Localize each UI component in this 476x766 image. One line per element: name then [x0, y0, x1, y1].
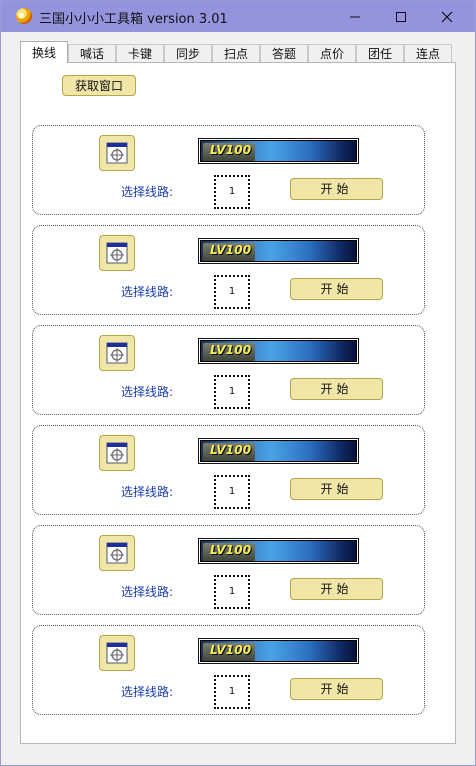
route-label: 选择线路:: [121, 285, 174, 299]
route-label: 选择线路:: [121, 385, 174, 399]
tab-group-task[interactable]: 团任: [356, 44, 404, 62]
crosshair-window-icon: [106, 342, 128, 364]
select-window-button[interactable]: [99, 535, 135, 571]
level-text: LV100: [210, 543, 252, 557]
tab-shout[interactable]: 喊话: [68, 44, 116, 62]
level-text: LV100: [210, 643, 252, 657]
route-input[interactable]: 1: [214, 375, 250, 409]
tab-panel-switch-line: 获取窗口 LV100 选择线路: 1 开始 LV100 选择线路: 1 开始 L…: [20, 62, 456, 744]
level-text: LV100: [210, 443, 252, 457]
tab-key-lock[interactable]: 卡键: [116, 44, 164, 62]
route-label: 选择线路:: [121, 185, 174, 199]
start-button[interactable]: 开始: [290, 178, 383, 200]
slot-card: LV100 选择线路: 1 开始: [32, 425, 425, 515]
level-text: LV100: [210, 343, 252, 357]
level-bar: LV100: [198, 238, 359, 264]
crosshair-window-icon: [106, 642, 128, 664]
slot-card: LV100 选择线路: 1 开始: [32, 325, 425, 415]
crosshair-window-icon: [106, 542, 128, 564]
tab-sync[interactable]: 同步: [164, 44, 212, 62]
select-window-button[interactable]: [99, 235, 135, 271]
app-icon: [16, 8, 32, 24]
close-icon: [441, 11, 453, 22]
route-input[interactable]: 1: [214, 575, 250, 609]
start-button[interactable]: 开始: [290, 378, 383, 400]
level-bar: LV100: [198, 438, 359, 464]
route-input[interactable]: 1: [214, 175, 250, 209]
route-input[interactable]: 1: [214, 475, 250, 509]
level-bar: LV100: [198, 338, 359, 364]
select-window-button[interactable]: [99, 635, 135, 671]
tab-scan[interactable]: 扫点: [212, 44, 260, 62]
get-window-button[interactable]: 获取窗口: [62, 75, 136, 96]
route-input[interactable]: 1: [214, 675, 250, 709]
maximize-button[interactable]: [378, 1, 424, 32]
minimize-icon: [350, 16, 360, 17]
slot-card: LV100 选择线路: 1 开始: [32, 225, 425, 315]
tab-quiz[interactable]: 答题: [260, 44, 308, 62]
route-label: 选择线路:: [121, 585, 174, 599]
title-bar[interactable]: 三国小小小工具箱 version 3.01: [1, 1, 475, 32]
close-button[interactable]: [424, 1, 470, 32]
level-bar: LV100: [198, 638, 359, 664]
crosshair-window-icon: [106, 442, 128, 464]
route-input[interactable]: 1: [214, 275, 250, 309]
slot-card: LV100 选择线路: 1 开始: [32, 525, 425, 615]
window-title: 三国小小小工具箱 version 3.01: [39, 12, 228, 27]
select-window-button[interactable]: [99, 135, 135, 171]
select-window-button[interactable]: [99, 335, 135, 371]
crosshair-window-icon: [106, 242, 128, 264]
start-button[interactable]: 开始: [290, 278, 383, 300]
app-window: 三国小小小工具箱 version 3.01 换线 喊话 卡键 同步 扫点 答题 …: [0, 0, 476, 766]
minimize-button[interactable]: [332, 1, 378, 32]
select-window-button[interactable]: [99, 435, 135, 471]
maximize-icon: [396, 11, 406, 22]
start-button[interactable]: 开始: [290, 478, 383, 500]
tab-switch-line[interactable]: 换线: [20, 41, 68, 63]
tab-auto-click[interactable]: 连点: [404, 44, 452, 62]
tab-price[interactable]: 点价: [308, 44, 356, 62]
crosshair-window-icon: [106, 142, 128, 164]
level-text: LV100: [210, 243, 252, 257]
slot-card: LV100 选择线路: 1 开始: [32, 125, 425, 215]
slot-card: LV100 选择线路: 1 开始: [32, 625, 425, 715]
level-bar: LV100: [198, 138, 359, 164]
level-bar: LV100: [198, 538, 359, 564]
level-text: LV100: [210, 143, 252, 157]
route-label: 选择线路:: [121, 685, 174, 699]
start-button[interactable]: 开始: [290, 578, 383, 600]
start-button[interactable]: 开始: [290, 678, 383, 700]
route-label: 选择线路:: [121, 485, 174, 499]
